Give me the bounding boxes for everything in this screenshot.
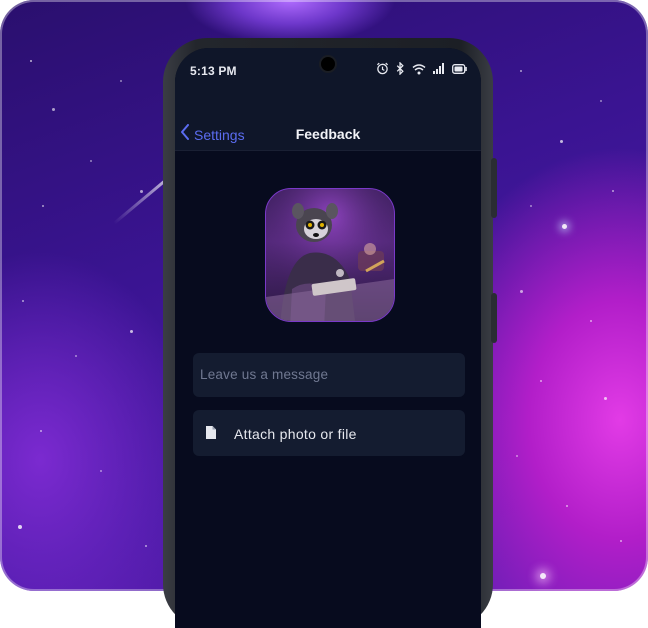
wifi-icon bbox=[412, 63, 426, 75]
star bbox=[540, 380, 542, 382]
star bbox=[612, 190, 614, 192]
volume-button bbox=[491, 158, 497, 218]
star bbox=[566, 505, 568, 507]
alarm-icon bbox=[376, 62, 389, 75]
star bbox=[90, 160, 92, 162]
star bbox=[562, 224, 567, 229]
phone-screen: 5:13 PM Settings Feedback Leave us a mes… bbox=[175, 48, 481, 628]
star bbox=[40, 430, 42, 432]
star bbox=[130, 330, 133, 333]
status-icons bbox=[376, 62, 467, 75]
star bbox=[140, 190, 143, 193]
file-icon bbox=[205, 425, 217, 445]
battery-icon bbox=[452, 63, 467, 74]
status-bar: 5:13 PM bbox=[175, 48, 481, 90]
shooting-star bbox=[113, 177, 169, 225]
attach-file-button[interactable]: Attach photo or file bbox=[193, 410, 465, 456]
message-input[interactable]: Leave us a message bbox=[193, 353, 465, 397]
signal-icon bbox=[433, 63, 445, 74]
power-button bbox=[491, 293, 497, 343]
star bbox=[516, 455, 518, 457]
feedback-avatar-image bbox=[265, 188, 395, 322]
star bbox=[604, 397, 607, 400]
star bbox=[600, 100, 602, 102]
star bbox=[52, 108, 55, 111]
star bbox=[590, 320, 592, 322]
bluetooth-icon bbox=[396, 62, 405, 75]
star bbox=[530, 205, 532, 207]
star bbox=[100, 470, 102, 472]
star bbox=[120, 80, 122, 82]
star bbox=[620, 540, 622, 542]
star bbox=[520, 70, 522, 72]
star bbox=[18, 525, 22, 529]
star bbox=[145, 545, 147, 547]
star bbox=[560, 140, 563, 143]
star bbox=[520, 290, 523, 293]
star bbox=[42, 205, 44, 207]
front-camera bbox=[321, 57, 335, 71]
status-time: 5:13 PM bbox=[190, 64, 237, 78]
star bbox=[30, 60, 32, 62]
phone-device: 5:13 PM Settings Feedback Leave us a mes… bbox=[163, 38, 497, 628]
attach-label: Attach photo or file bbox=[234, 426, 357, 442]
message-placeholder: Leave us a message bbox=[200, 367, 329, 382]
star bbox=[540, 573, 546, 579]
page-title: Feedback bbox=[295, 126, 361, 142]
star bbox=[22, 300, 24, 302]
star bbox=[75, 355, 77, 357]
